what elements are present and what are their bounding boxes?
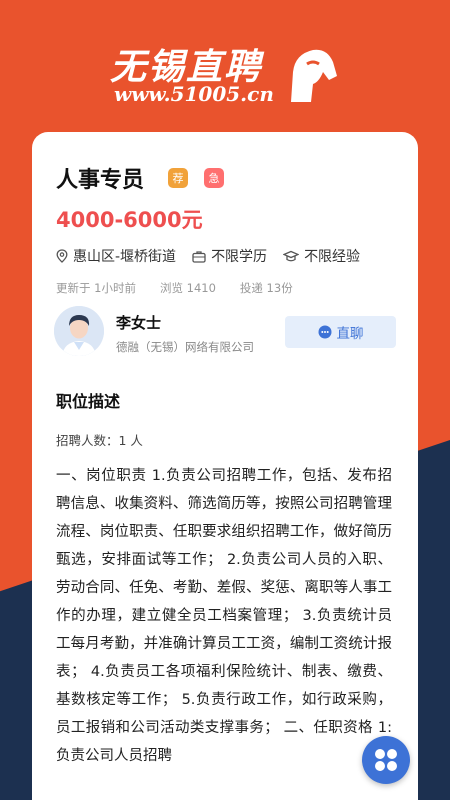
education-item: 不限学历 xyxy=(192,246,267,266)
location-icon xyxy=(56,249,68,263)
graduation-cap-icon xyxy=(283,250,300,261)
recruiter-avatar xyxy=(54,306,104,356)
grid-menu-icon xyxy=(375,749,397,771)
job-requirements-row: 惠山区-堰桥街道 不限学历 不限经验 xyxy=(56,246,376,266)
experience-item: 不限经验 xyxy=(283,246,360,266)
briefcase-icon xyxy=(192,250,206,263)
salary: 4000-6000元 xyxy=(56,208,203,232)
recommended-badge: 荐 xyxy=(168,168,188,188)
location-item: 惠山区-堰桥街道 xyxy=(56,246,176,266)
floating-menu-button[interactable] xyxy=(362,736,410,784)
horse-logo-icon xyxy=(291,49,337,102)
direct-chat-button[interactable]: 直聊 xyxy=(285,316,396,348)
job-stats-row: 更新于 1小时前 浏览 1410 投递 13份 xyxy=(56,280,317,296)
application-count: 投递 13份 xyxy=(239,281,293,295)
experience-text: 不限经验 xyxy=(304,249,361,265)
education-text: 不限学历 xyxy=(211,249,268,265)
location-text: 惠山区-堰桥街道 xyxy=(73,249,177,265)
avatar-person-icon xyxy=(54,306,104,356)
updated-time: 更新于 1小时前 xyxy=(56,281,136,295)
view-count: 浏览 1410 xyxy=(159,281,216,295)
job-description-text: 一、岗位职责 1.负责公司招聘工作，包括、发布招聘信息、收集资料、筛选简历等，按… xyxy=(56,468,392,764)
brand-header: 无锡直聘 www.51005.cn xyxy=(0,38,450,108)
direct-chat-label: 直聊 xyxy=(336,326,364,341)
headcount: 招聘人数：1 人 xyxy=(56,433,143,448)
job-detail-card: 人事专员 荐 急 4000-6000元 惠山区-堰桥街道 不限学历 不限经验 更… xyxy=(32,132,418,800)
brand-url: www.51005.cn xyxy=(114,82,274,106)
urgent-badge: 急 xyxy=(204,168,224,188)
recruiter-row: 李女士 德融（无锡）网络有限公司 直聊 xyxy=(54,306,398,360)
recruiter-name: 李女士 xyxy=(116,314,162,332)
section-title-description: 职位描述 xyxy=(56,392,121,411)
chat-bubble-icon xyxy=(318,325,331,339)
recruiter-company: 德融（无锡）网络有限公司 xyxy=(116,340,254,354)
job-title: 人事专员 xyxy=(56,168,145,193)
